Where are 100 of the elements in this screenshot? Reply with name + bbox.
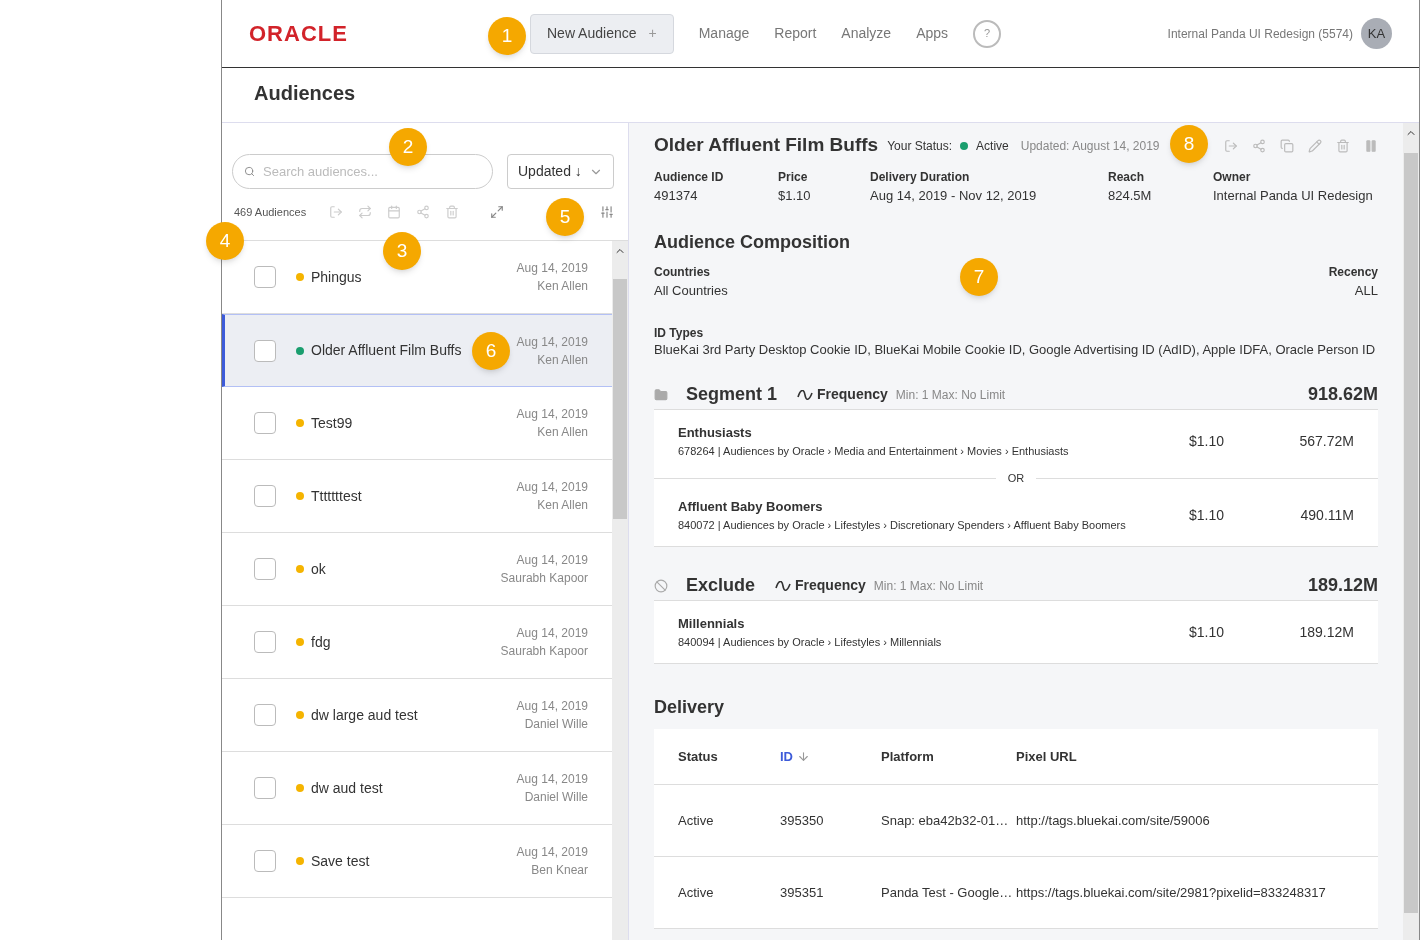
search-field[interactable]: Search audiences... bbox=[232, 154, 493, 189]
owner-name: Daniel Wille bbox=[524, 716, 588, 733]
checkbox[interactable] bbox=[254, 412, 276, 434]
field-label: ID Types bbox=[654, 325, 705, 342]
table-cell-text: https://tags.bluekai.com/site/2981?pixelid=833248317 bbox=[1016, 883, 1327, 902]
audience-row[interactable]: ok Aug 14, 2019 Saurabh Kapoor bbox=[222, 533, 612, 606]
stat-label: Audience ID bbox=[654, 169, 725, 186]
section-title: Audience Composition bbox=[654, 230, 850, 254]
pause-icon[interactable] bbox=[1364, 138, 1378, 153]
swap-icon[interactable] bbox=[358, 205, 373, 220]
audience-row[interactable]: Save test Aug 14, 2019 Ben Knear bbox=[222, 825, 612, 898]
stat-value: 824.5M bbox=[1108, 187, 1153, 205]
field-label: Recency bbox=[1328, 263, 1378, 281]
sliders-icon[interactable] bbox=[600, 205, 614, 220]
segment-item-reach: 490.11M bbox=[1299, 505, 1354, 525]
checkbox[interactable] bbox=[254, 704, 276, 726]
checkbox[interactable] bbox=[254, 266, 276, 288]
audience-name: dw aud test bbox=[311, 778, 383, 798]
callout-badge: 5 bbox=[546, 198, 584, 236]
segment-title: Segment 1 bbox=[686, 383, 778, 406]
checkbox[interactable] bbox=[254, 850, 276, 872]
exclude-icon bbox=[654, 578, 668, 593]
segment-item-name: Affluent Baby Boomers bbox=[678, 498, 824, 516]
expand-icon[interactable] bbox=[490, 205, 505, 220]
field-value: ALL bbox=[1354, 281, 1378, 300]
audience-name: Test99 bbox=[311, 413, 353, 433]
segment-item-price: $1.10 bbox=[1188, 622, 1224, 642]
audience-name: Tttttttest bbox=[311, 486, 362, 506]
segment-item-path: 840094 | Audiences by Oracle › Lifestyles › Millennials bbox=[678, 634, 942, 650]
callout-badge: 3 bbox=[383, 232, 421, 270]
updated-date: Aug 14, 2019 bbox=[516, 406, 588, 423]
segment-item-name: Millennials bbox=[678, 615, 746, 633]
field-value: All Countries bbox=[654, 281, 728, 300]
table-cell-text: Snap: eba42b32-01… bbox=[881, 811, 1010, 830]
stat-value: $1.10 bbox=[778, 187, 812, 205]
segment-item-name: Enthusiasts bbox=[678, 424, 753, 442]
share-icon[interactable] bbox=[416, 205, 431, 220]
trash-icon[interactable] bbox=[445, 205, 460, 220]
stat-label: Delivery Duration bbox=[870, 169, 971, 186]
nav-link[interactable]: Report bbox=[774, 23, 817, 44]
checkbox[interactable] bbox=[254, 485, 276, 507]
column-header[interactable]: Status bbox=[678, 746, 780, 767]
new-audience-button[interactable]: New Audience + bbox=[530, 13, 674, 54]
trash-icon[interactable] bbox=[1336, 138, 1350, 153]
audience-row[interactable]: dw aud test Aug 14, 2019 Daniel Wille bbox=[222, 752, 612, 825]
audience-row[interactable]: Tttttttest Aug 14, 2019 Ken Allen bbox=[222, 460, 612, 533]
updated-date: Aug 14, 2019 bbox=[516, 844, 588, 861]
column-header[interactable]: ID bbox=[780, 746, 881, 767]
wave-icon bbox=[775, 580, 792, 591]
folder-icon bbox=[654, 387, 668, 402]
audience-name: dw large aud test bbox=[311, 705, 418, 725]
scrollbar[interactable] bbox=[1403, 123, 1419, 940]
table-cell-text: 395350 bbox=[780, 811, 825, 830]
audience-name: Older Affluent Film Buffs bbox=[311, 341, 462, 360]
table-cell-text: Active bbox=[678, 811, 715, 830]
nav-link[interactable]: Apps bbox=[916, 23, 949, 44]
updated-date: Updated: August 14, 2019 bbox=[1020, 137, 1160, 155]
segment-item-path: 678264 | Audiences by Oracle › Media and Entertainment › Movies › Enthusiasts bbox=[678, 443, 1069, 459]
audience-row[interactable]: fdg Aug 14, 2019 Saurabh Kapoor bbox=[222, 606, 612, 679]
checkbox[interactable] bbox=[254, 558, 276, 580]
field-value: BlueKai 3rd Party Desktop Cookie ID, BlueKai Mobile Cookie ID, Google Advertising ID (AdID), Apple IDFA, Oracle Person ID bbox=[654, 342, 1377, 358]
frequency-limits: Min: 1 Max: No Limit bbox=[873, 577, 984, 595]
audience-name: ok bbox=[311, 559, 326, 579]
export-icon[interactable] bbox=[329, 205, 344, 220]
nav-link[interactable]: Analyze bbox=[841, 23, 892, 44]
user-avatar[interactable]: KA bbox=[1361, 18, 1392, 49]
updated-date: Aug 14, 2019 bbox=[516, 479, 588, 496]
owner-name: Ben Knear bbox=[531, 862, 588, 879]
frequency-label: Frequency bbox=[795, 576, 866, 595]
checkbox[interactable] bbox=[254, 777, 276, 799]
segment-title: Exclude bbox=[686, 574, 756, 597]
owner-name: Ken Allen bbox=[537, 424, 588, 441]
column-header[interactable]: Platform bbox=[881, 746, 1016, 767]
owner-name: Saurabh Kapoor bbox=[500, 643, 588, 660]
oracle-logo[interactable]: ORACLE bbox=[249, 21, 348, 46]
account-name[interactable]: Internal Panda UI Redesign (5574) bbox=[1167, 24, 1353, 43]
column-header[interactable]: Pixel URL bbox=[1016, 746, 1354, 767]
audience-title: Older Affluent Film Buffs bbox=[654, 133, 879, 158]
audience-count: 469 Audiences bbox=[234, 205, 307, 220]
segment-total: 918.62M bbox=[1307, 383, 1378, 406]
checkbox[interactable] bbox=[254, 339, 276, 362]
scrollbar[interactable] bbox=[612, 241, 628, 940]
share-icon[interactable] bbox=[1252, 138, 1266, 153]
sort-dropdown[interactable]: Updated ↓ bbox=[507, 154, 614, 189]
checkbox[interactable] bbox=[254, 631, 276, 653]
updated-date: Aug 14, 2019 bbox=[516, 552, 588, 569]
updated-date: Aug 14, 2019 bbox=[516, 625, 588, 642]
nav-link[interactable]: Manage bbox=[698, 23, 750, 44]
stat-value: Aug 14, 2019 - Nov 12, 2019 bbox=[870, 187, 1038, 205]
export-icon[interactable] bbox=[1224, 138, 1238, 153]
owner-name: Ken Allen bbox=[537, 278, 588, 295]
updated-date: Aug 14, 2019 bbox=[516, 771, 588, 788]
table-cell-text: 395351 bbox=[780, 883, 825, 902]
copy-icon[interactable] bbox=[1280, 138, 1294, 153]
audience-row[interactable]: Test99 Aug 14, 2019 Ken Allen bbox=[222, 387, 612, 460]
audience-row[interactable]: dw large aud test Aug 14, 2019 Daniel Wille bbox=[222, 679, 612, 752]
edit-icon[interactable] bbox=[1308, 138, 1322, 153]
owner-name: Ken Allen bbox=[537, 497, 588, 514]
segment-item-path: 840072 | Audiences by Oracle › Lifestyles › Discretionary Spenders › Affluent Baby Boomers bbox=[678, 517, 1126, 533]
calendar-icon[interactable] bbox=[387, 205, 402, 220]
